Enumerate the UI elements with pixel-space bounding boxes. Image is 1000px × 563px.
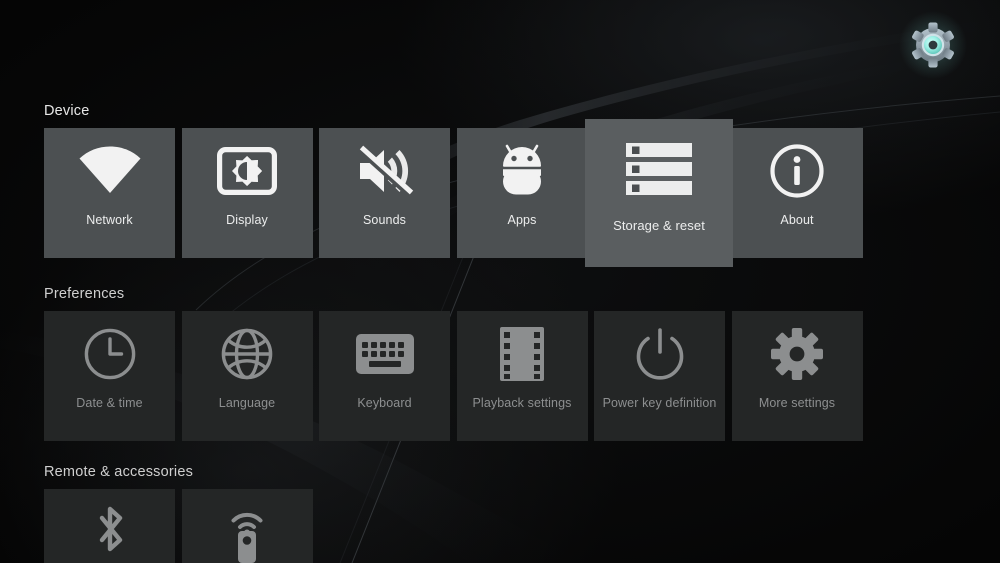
tile-power-key-definition[interactable]: Power key definition — [594, 311, 725, 441]
tile-label: Power key definition — [602, 396, 717, 410]
tile-keyboard[interactable]: Keyboard — [319, 311, 450, 441]
tile-label: About — [780, 213, 814, 227]
tile-about[interactable]: About — [731, 128, 863, 258]
tile-label: Date & time — [76, 396, 143, 410]
gear-icon — [912, 22, 954, 68]
tile-remote[interactable] — [181, 489, 313, 563]
power-icon — [594, 311, 725, 397]
android-robot-icon — [457, 128, 588, 214]
section-preferences: Preferences Date & time Language Keyboar… — [0, 286, 1000, 441]
tile-date-time[interactable]: Date & time — [44, 311, 175, 441]
section-device: Device Network Display Sounds Apps Stora… — [0, 103, 1000, 267]
section-remote-accessories: Remote & accessories — [0, 464, 1000, 563]
tile-network[interactable]: Network — [44, 128, 175, 258]
tile-label: Keyboard — [357, 396, 412, 410]
tile-label: Apps — [507, 213, 537, 227]
tile-label: Storage & reset — [613, 218, 705, 233]
tile-bluetooth[interactable] — [44, 489, 175, 563]
tile-label: Network — [86, 213, 133, 227]
tile-label: More settings — [758, 396, 836, 410]
remote-control-icon — [182, 489, 313, 563]
tile-row-device: Network Display Sounds Apps Storage & re… — [0, 119, 1000, 267]
gear-icon — [732, 311, 863, 397]
tile-storage-reset[interactable]: Storage & reset — [585, 119, 733, 267]
wifi-icon — [44, 128, 175, 214]
tile-row-preferences: Date & time Language Keyboard Playback s… — [0, 311, 1000, 441]
tile-label: Display — [226, 213, 268, 227]
clock-icon — [44, 311, 175, 397]
volume-off-icon — [319, 128, 450, 214]
tile-apps[interactable]: Apps — [456, 128, 588, 258]
tile-label: Sounds — [363, 213, 406, 227]
section-title-preferences: Preferences — [44, 286, 125, 302]
settings-screen: Device Network Display Sounds Apps Stora… — [0, 0, 1000, 563]
keyboard-icon — [319, 311, 450, 397]
tile-display[interactable]: Display — [181, 128, 313, 258]
tile-row-remote-accessories — [0, 489, 1000, 563]
globe-icon — [182, 311, 313, 397]
tile-more-settings[interactable]: More settings — [731, 311, 863, 441]
tile-label: Playback settings — [472, 396, 572, 410]
film-strip-icon — [457, 311, 588, 397]
info-circle-icon — [732, 128, 863, 214]
section-title-remote-accessories: Remote & accessories — [44, 464, 194, 480]
brightness-icon — [182, 128, 313, 214]
tile-label: Language — [218, 396, 276, 410]
section-title-device: Device — [44, 103, 90, 119]
tile-language[interactable]: Language — [181, 311, 313, 441]
settings-gear-button[interactable] — [910, 22, 956, 68]
tile-sounds[interactable]: Sounds — [319, 128, 450, 258]
tile-playback-settings[interactable]: Playback settings — [456, 311, 588, 441]
bluetooth-icon — [44, 489, 175, 563]
storage-bars-icon — [585, 119, 733, 219]
